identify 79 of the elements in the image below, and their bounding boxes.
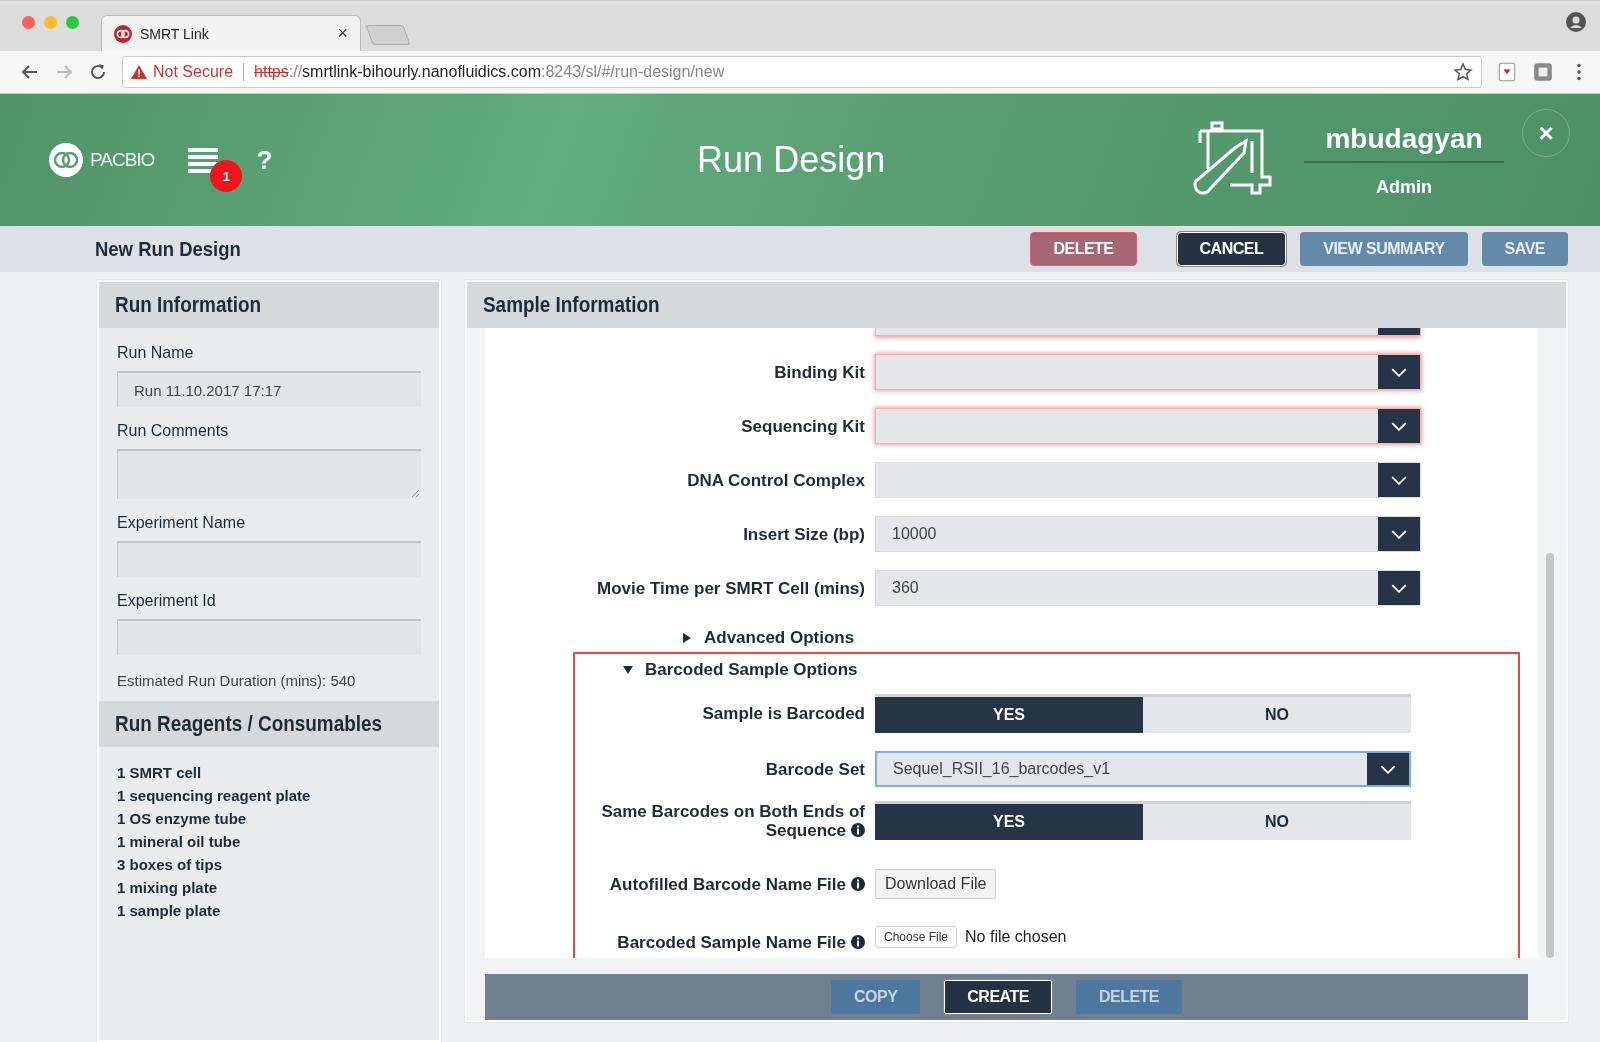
field-label: DNA Control Complex — [686, 470, 865, 490]
logo-text: PACBIO — [90, 149, 155, 171]
field-label: Movie Time per SMRT Cell (mins) — [596, 578, 865, 598]
address-field[interactable]: Not Secure https://smrtlink-bihourly.nanofluidics.com:8243/sl/#/run-design/new — [122, 56, 1482, 88]
reagent-item: 1 mixing plate — [117, 878, 219, 897]
advanced-options-toggle[interactable]: Advanced Options — [682, 628, 1538, 648]
footer-button[interactable]: CREATE — [944, 980, 1052, 1014]
field-label: Experiment Name — [117, 514, 247, 532]
field-label: Insert Size (bp) — [742, 524, 865, 544]
subpage-title: New Run Design — [95, 237, 241, 261]
field-label: Same Barcodes on Both Ends of Sequence — [600, 801, 865, 840]
dropdown-field[interactable]: 10000 — [875, 516, 1421, 552]
field-label: Experiment Id — [117, 592, 217, 610]
url-text: https://smrtlink-bihourly.nanofluidics.com:8243/sl/#/run-design/new — [254, 63, 725, 81]
dropdown-field[interactable] — [875, 354, 1421, 390]
tab-close-button[interactable]: × — [337, 23, 348, 44]
dropdown-field[interactable]: Sequel_RSII_16_barcodes_v1 — [875, 751, 1411, 787]
reagent-item: 1 OS enzyme tube — [117, 809, 248, 828]
field-label: Binding Kit — [773, 362, 865, 382]
reload-icon[interactable] — [88, 62, 108, 82]
toggle-option[interactable]: YES — [875, 804, 1143, 840]
info-icon — [851, 876, 865, 891]
toggle-option[interactable]: YES — [875, 697, 1143, 733]
field-label: Run Name — [117, 344, 195, 362]
extension-icon[interactable] — [1496, 61, 1518, 83]
text-field[interactable] — [117, 619, 421, 655]
chevron-down-icon — [1391, 583, 1407, 593]
field-label: Autofilled Barcode Name File — [575, 874, 865, 894]
field-label: Barcoded Sample Name File — [575, 932, 865, 952]
field-label: Run Comments — [117, 422, 230, 440]
warning-icon — [131, 65, 147, 79]
file-status: No file chosen — [965, 928, 1067, 946]
panel-header: Run Information — [99, 282, 439, 328]
resize-grip-icon[interactable] — [411, 489, 419, 497]
text-field[interactable] — [117, 541, 421, 577]
reagent-item: 3 boxes of tips — [117, 855, 224, 874]
reagent-item: 1 sample plate — [117, 901, 222, 920]
reagent-item: 1 sequencing reagent plate — [117, 786, 312, 805]
field-label: Sample is Barcoded — [701, 704, 865, 723]
logo-icon — [48, 142, 84, 178]
extension-icon[interactable] — [1532, 61, 1554, 83]
dropdown-field[interactable] — [875, 462, 1421, 498]
menu-icon[interactable] — [188, 146, 219, 174]
comments-field[interactable] — [117, 449, 421, 499]
disclosure-triangle-icon — [682, 633, 692, 643]
notification-badge: 1 — [210, 160, 243, 192]
chevron-down-icon — [1391, 529, 1407, 539]
reagent-item: 1 mineral oil tube — [117, 832, 242, 851]
chevron-down-icon — [1391, 367, 1407, 377]
chevron-down-icon — [1391, 475, 1407, 485]
chevron-down-icon — [1391, 421, 1407, 431]
profile-icon[interactable] — [1566, 12, 1586, 32]
chevron-down-icon — [1380, 764, 1396, 774]
close-window-button[interactable] — [22, 15, 35, 29]
download-file-button[interactable]: Download File — [875, 869, 997, 899]
info-icon — [851, 822, 865, 837]
toolbar-button[interactable]: DELETE — [1030, 232, 1137, 266]
info-icon — [851, 934, 865, 949]
text-field[interactable]: Run 11.10.2017 17:17 — [117, 371, 421, 407]
dropdown-field[interactable] — [875, 408, 1421, 444]
bookmark-star-icon[interactable] — [1453, 62, 1473, 82]
toolbar-button[interactable]: CANCEL — [1176, 232, 1287, 266]
user-name: mbudagyan — [1304, 122, 1504, 163]
user-role: Admin — [1376, 176, 1432, 198]
dropdown-field[interactable]: 360 — [875, 570, 1421, 606]
dropdown-field[interactable] — [875, 328, 1421, 336]
field-label: Sequencing Kit — [740, 416, 865, 436]
barcoded-options-toggle[interactable]: Barcoded Sample Options — [623, 660, 1518, 680]
browser-tab[interactable]: SMRT Link × — [101, 15, 361, 51]
reagent-item: 1 SMRT cell — [117, 763, 203, 782]
security-label: Not Secure — [153, 63, 234, 81]
page-title: Run Design — [697, 139, 886, 181]
scrollbar[interactable] — [1546, 553, 1554, 958]
estimate-text: Estimated Run Duration (mins): 540 — [117, 672, 357, 689]
panel-header: Run Reagents / Consumables — [99, 701, 439, 747]
field-label: Barcode Set — [764, 759, 865, 779]
logo-icon — [114, 24, 132, 43]
choose-file-button[interactable]: Choose File — [875, 926, 958, 948]
panel-header: Sample Information — [467, 282, 1566, 328]
